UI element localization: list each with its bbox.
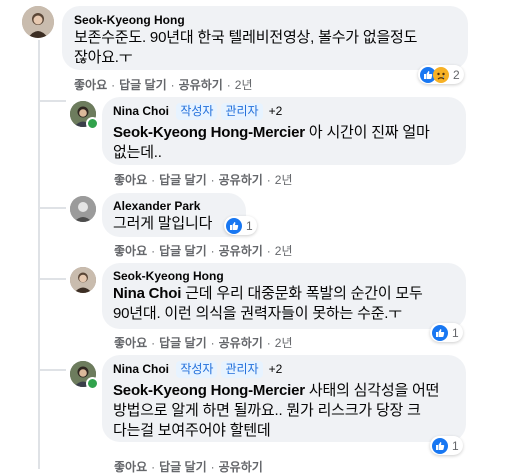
comment-author-row: Nina Choi 작성자 관리자 +2 [113,361,455,378]
thread-branch [38,207,66,209]
comment-actions: 좋아요 · 답글 달기 · 공유하기 · 2년 [74,76,253,93]
comment-author-row: Nina Choi 작성자 관리자 +2 [113,103,455,120]
like-button[interactable]: 좋아요 [114,460,147,474]
admin-badge: 관리자 [221,103,263,120]
online-status-dot [86,377,99,390]
reply-button[interactable]: 답글 달기 [159,244,207,258]
thread-line [38,40,40,469]
mention-link[interactable]: Nina Choi [113,285,181,302]
author-badge: 작성자 [176,103,218,120]
separator: · [266,336,271,350]
separator: · [210,336,215,350]
admin-badge: 관리자 [221,361,263,378]
reaction-summary[interactable]: 1 [430,436,463,455]
like-button[interactable]: 좋아요 [114,336,147,350]
comment-actions: 좋아요 · 답글 달기 · 공유하기 [114,458,263,475]
separator: · [210,244,215,258]
reply-button[interactable]: 답글 달기 [159,173,207,187]
mention-link[interactable]: Seok-Kyeong Hong-Mercier [113,124,305,141]
comment-text: Nina Choi 근데 우리 대중문화 폭발의 순간이 모두 90년대. 이런… [113,285,423,322]
thread-branch [38,369,66,371]
comment-bubble: Nina Choi 작성자 관리자 +2 Seok-Kyeong Hong-Merc… [102,355,466,442]
share-button[interactable]: 공유하기 [179,78,223,92]
avatar[interactable] [70,267,96,293]
comment-text: Seok-Kyeong Hong-Mercier 사태의 심각성을 어떤 방법으… [113,382,440,439]
online-status-dot [86,117,99,130]
timestamp[interactable]: 2년 [275,244,293,258]
comment-text: 보존수준도. 90년대 한국 텔레비전영상, 볼수가 없을정도 잖아요.ㅜ [74,29,418,66]
reply-button[interactable]: 답글 달기 [159,336,207,350]
share-button[interactable]: 공유하기 [219,173,263,187]
separator: · [210,173,215,187]
comment-actions: 좋아요 · 답글 달기 · 공유하기 · 2년 [114,334,293,351]
separator: · [266,173,271,187]
separator: · [151,244,156,258]
more-badges[interactable]: +2 [267,361,285,378]
reaction-count: 1 [452,325,459,340]
reply-button[interactable]: 답글 달기 [119,78,167,92]
separator: · [151,460,156,474]
like-button[interactable]: 좋아요 [74,78,107,92]
comment-bubble: Seok-Kyeong Hong Nina Choi 근데 우리 대중문화 폭발… [102,263,466,329]
sad-icon [433,66,449,83]
comment-bubble: Seok-Kyeong Hong 보존수준도. 90년대 한국 텔레비전영상, … [62,6,468,70]
like-button[interactable]: 좋아요 [114,244,147,258]
like-icon [226,217,242,234]
mention-link[interactable]: Seok-Kyeong Hong-Mercier [113,382,305,399]
comment-actions: 좋아요 · 답글 달기 · 공유하기 · 2년 [114,171,293,188]
timestamp[interactable]: 2년 [235,78,253,92]
comment-bubble: Nina Choi 작성자 관리자 +2 Seok-Kyeong Hong-Merc… [102,97,466,165]
reply-button[interactable]: 답글 달기 [159,460,207,474]
comment-author[interactable]: Alexander Park [113,199,235,213]
like-icon [432,324,448,341]
separator: · [111,78,116,92]
timestamp[interactable]: 2년 [275,336,293,350]
comment-author[interactable]: Nina Choi [113,104,169,118]
comment-actions: 좋아요 · 답글 달기 · 공유하기 · 2년 [114,242,293,259]
comment-text: 그러게 말입니다 [113,215,213,232]
comment-text: Seok-Kyeong Hong-Mercier 아 시간이 진짜 얼마 없는데… [113,124,430,161]
timestamp[interactable]: 2년 [275,173,293,187]
like-button[interactable]: 좋아요 [114,173,147,187]
thread-branch [38,278,66,280]
comment-author[interactable]: Seok-Kyeong Hong [113,269,455,283]
share-button[interactable]: 공유하기 [219,460,263,474]
separator: · [226,78,231,92]
like-icon [432,437,448,454]
share-button[interactable]: 공유하기 [219,336,263,350]
reaction-summary[interactable]: 1 [430,323,463,342]
avatar[interactable] [70,196,96,222]
reaction-count: 1 [452,438,459,453]
author-badge: 작성자 [176,361,218,378]
reaction-count: 2 [453,67,460,82]
reaction-summary[interactable]: 2 [418,65,464,84]
more-badges[interactable]: +2 [267,103,285,120]
separator: · [266,244,271,258]
separator: · [151,336,156,350]
separator: · [170,78,175,92]
reaction-summary[interactable]: 1 [224,216,257,235]
reaction-count: 1 [246,218,253,233]
share-button[interactable]: 공유하기 [219,244,263,258]
comment-author[interactable]: Nina Choi [113,362,169,376]
separator: · [210,460,215,474]
thread-branch [38,100,66,102]
avatar[interactable] [22,6,54,38]
comment-author[interactable]: Seok-Kyeong Hong [74,13,456,27]
separator: · [151,173,156,187]
